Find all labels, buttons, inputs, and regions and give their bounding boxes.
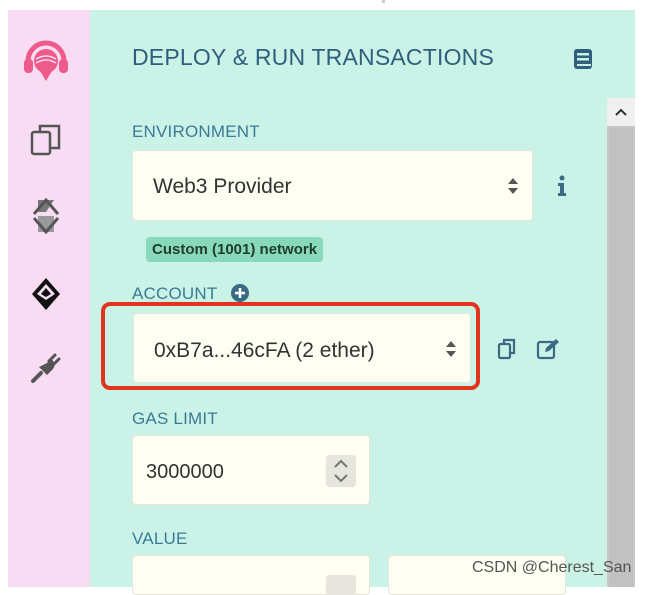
copy-icon[interactable] (497, 338, 517, 360)
gas-limit-stepper[interactable] (326, 455, 356, 487)
plugin-manager-icon[interactable] (22, 344, 70, 392)
network-badge: Custom (1001) network (146, 237, 324, 262)
edit-icon[interactable] (536, 338, 560, 360)
value-input[interactable] (132, 555, 370, 595)
value-stepper[interactable] (326, 575, 356, 595)
scrollbar-thumb[interactable] (609, 128, 633, 587)
chevron-up-icon (615, 108, 627, 116)
add-account-icon[interactable] (231, 284, 249, 302)
info-icon[interactable] (555, 175, 569, 197)
solidity-compiler-icon[interactable] (22, 192, 70, 240)
environment-selected-value: Web3 Provider (153, 175, 292, 198)
gas-limit-value: 3000000 (146, 461, 224, 483)
remix-window: DEPLOY & RUN TRANSACTIONS ENVIRONMENT We… (0, 0, 645, 595)
ethereum-deploy-icon[interactable] (22, 270, 70, 318)
remix-logo-icon[interactable] (22, 35, 70, 83)
window-edge (635, 10, 645, 587)
page-title: DEPLOY & RUN TRANSACTIONS (132, 44, 495, 70)
scroll-up-button[interactable] (607, 98, 635, 126)
account-highlight-annotation (101, 302, 480, 390)
select-arrows-icon (508, 178, 518, 194)
gas-limit-label: GAS LIMIT (132, 409, 218, 428)
divider (382, 0, 385, 3)
documentation-icon[interactable] (573, 48, 593, 70)
account-label: ACCOUNT (132, 284, 218, 303)
file-explorer-icon[interactable] (22, 116, 70, 164)
environment-select[interactable]: Web3 Provider (132, 150, 533, 221)
gas-limit-input[interactable]: 3000000 (132, 435, 370, 505)
watermark: CSDN @Cherest_San (472, 559, 632, 576)
environment-label: ENVIRONMENT (132, 122, 260, 141)
value-label: VALUE (132, 529, 188, 548)
